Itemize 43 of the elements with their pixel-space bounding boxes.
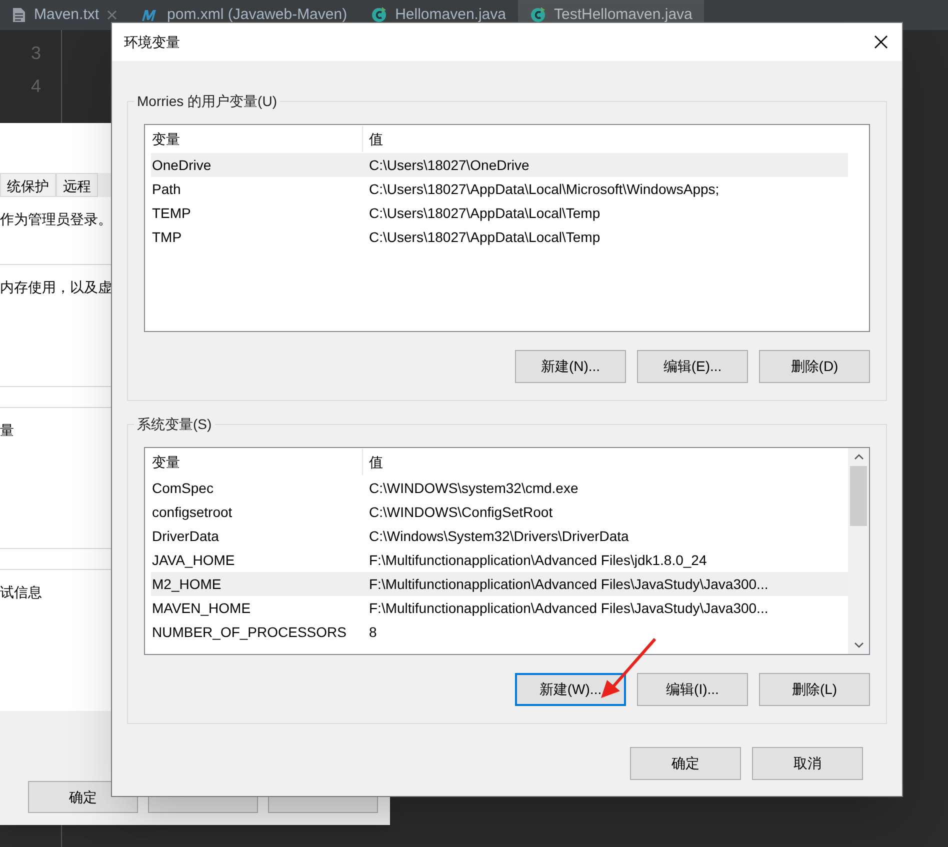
column-header: 变量 xyxy=(151,449,363,475)
editor-tab[interactable]: pom.xml (Javaweb-Maven) xyxy=(129,0,360,30)
button[interactable]: 删除(L) xyxy=(759,673,870,706)
line-number: 4 xyxy=(30,75,41,98)
group-label: Morries 的用户变量(U) xyxy=(134,91,280,112)
list-row[interactable]: OneDrive C:\Users\18027\OneDrive xyxy=(151,153,848,177)
list-row[interactable]: TMP C:\Users\18027\AppData\Local\Temp xyxy=(151,225,848,249)
group-label: 系统变量(S) xyxy=(134,414,215,435)
button[interactable]: 删除(D) xyxy=(759,350,870,383)
list-row[interactable]: ComSpec C:\WINDOWS\system32\cmd.exe xyxy=(151,476,848,500)
list-row[interactable]: DriverData C:\Windows\System32\Drivers\DriverData xyxy=(151,524,848,548)
column-header: 值 xyxy=(368,130,383,148)
button[interactable]: 编辑(E)... xyxy=(637,350,748,383)
close-icon[interactable] xyxy=(874,35,888,49)
line-number: 3 xyxy=(30,42,41,65)
scrollbar[interactable] xyxy=(848,448,869,654)
button[interactable]: 编辑(I)... xyxy=(637,673,748,706)
list-row[interactable]: NUMBER_OF_PROCESSORS 8 xyxy=(151,620,848,644)
editor-tab[interactable]: Maven.txt xyxy=(0,0,130,30)
button[interactable]: 确定 xyxy=(630,747,741,780)
column-header: 值 xyxy=(368,452,383,472)
button[interactable]: 新建(W)... xyxy=(515,673,626,706)
list-row[interactable]: MAVEN_HOME F:\Multifunctionapplication\Advanced Files\JavaStudy\Java300... xyxy=(151,596,848,620)
list-row[interactable]: Path C:\Users\18027\AppData\Local\Microsoft\WindowsApps; xyxy=(151,177,848,201)
list-row[interactable]: TEMP C:\Users\18027\AppData\Local\Temp xyxy=(151,201,848,225)
editor-tab[interactable]: Hellomaven.java xyxy=(359,0,518,30)
window-title: 环境变量 xyxy=(124,32,180,52)
list-row[interactable]: configsetroot C:\WINDOWS\ConfigSetRoot xyxy=(151,500,848,524)
section-text: 量 xyxy=(0,422,14,438)
list-row[interactable]: JAVA_HOME F:\Multifunctionapplication\Advanced Files\jdk1.8.0_24 xyxy=(151,548,848,572)
list-row[interactable]: M2_HOME F:\Multifunctionapplication\Advanced Files\JavaStudy\Java300... xyxy=(151,572,848,596)
button[interactable]: 新建(N)... xyxy=(515,350,626,383)
class-icon xyxy=(530,7,546,23)
scrollbar-thumb[interactable] xyxy=(850,466,867,526)
tab[interactable]: 统保护 xyxy=(0,173,56,197)
button[interactable]: 取消 xyxy=(752,747,863,780)
tab[interactable]: 远程 xyxy=(56,173,98,197)
section-text: 内存使用，以及虚 xyxy=(0,279,112,295)
file-icon xyxy=(12,7,26,23)
section-text: 作为管理员登录。 xyxy=(0,211,112,227)
column-header: 变量 xyxy=(151,126,363,152)
class-icon xyxy=(371,7,388,23)
section-text: 试信息 xyxy=(0,584,42,600)
